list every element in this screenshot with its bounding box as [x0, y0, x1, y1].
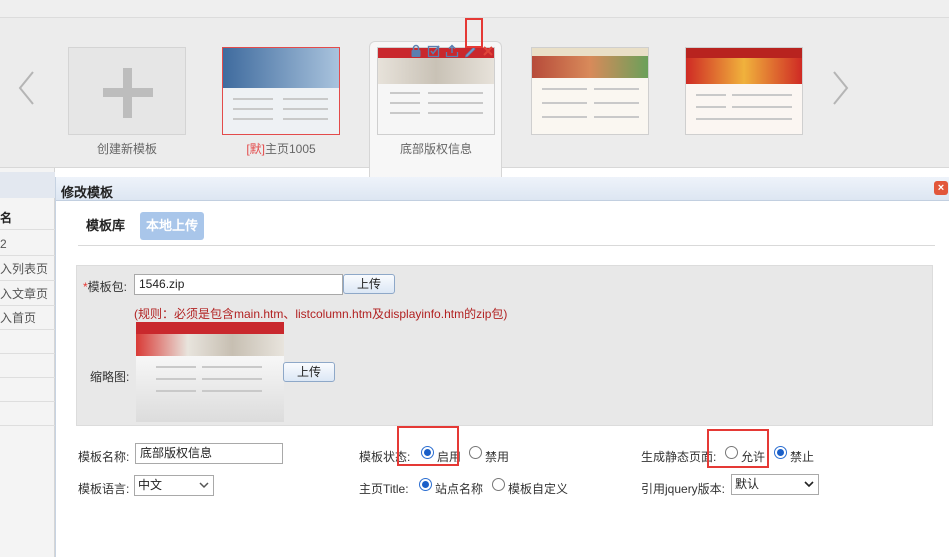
sidebar-item[interactable] — [0, 354, 55, 378]
chevron-left-icon — [18, 71, 34, 105]
template-card-homepage[interactable]: [默]主页1005 — [222, 47, 340, 157]
jquery-version-select[interactable]: 默认 — [731, 474, 819, 495]
template-caption: 底部版权信息 — [399, 142, 472, 156]
delete-icon[interactable] — [481, 44, 495, 58]
template-name-label: 模板名称: — [78, 450, 130, 464]
upload-panel: *模板包: 1546.zip 上传 (规则：必须是包含main.htm、list… — [76, 265, 933, 426]
template-language-select[interactable]: 中文 — [134, 475, 214, 496]
template-caption: 主页1005 — [264, 142, 316, 156]
title-site-name-radio[interactable] — [419, 478, 432, 491]
create-template-card[interactable]: 创建新模板 — [68, 47, 186, 157]
template-language-label: 模板语言: — [78, 482, 130, 496]
template-card-footer-copyright[interactable]: 底部版权信息 — [377, 47, 495, 157]
static-page-label: 生成静态页面: — [641, 450, 717, 464]
title-site-name-label: 站点名称 — [435, 482, 484, 496]
package-upload-button[interactable]: 上传 — [343, 274, 395, 294]
static-deny-radio[interactable] — [774, 446, 787, 459]
title-custom-radio[interactable] — [492, 478, 505, 491]
create-template-thumb[interactable] — [68, 47, 186, 135]
default-badge: [默] — [246, 142, 265, 156]
sidebar-item[interactable] — [0, 330, 55, 354]
template-card[interactable] — [531, 47, 649, 140]
dialog-titlebar: 修改模板 × — [56, 177, 949, 201]
template-thumb[interactable] — [531, 47, 649, 135]
chevron-down-icon — [804, 481, 814, 488]
top-strip — [0, 0, 949, 18]
sidebar-item[interactable] — [0, 378, 55, 402]
sidebar-header — [0, 172, 55, 198]
sidebar: 名 2 入列表页 入文章页 入首页 — [0, 168, 55, 557]
static-deny-label: 禁止 — [790, 450, 815, 464]
sidebar-item[interactable]: 入列表页 — [0, 257, 55, 281]
template-thumb[interactable] — [222, 47, 340, 135]
package-rule-text: (规则：必须是包含main.htm、listcolumn.htm及display… — [134, 307, 508, 321]
sidebar-item[interactable]: 名 — [0, 206, 55, 230]
highlight-box — [397, 426, 459, 466]
jquery-version-label: 引用jquery版本: — [641, 482, 726, 496]
chevron-down-icon — [199, 482, 209, 489]
highlight-box — [465, 18, 483, 48]
thumbnail-upload-button[interactable]: 上传 — [283, 362, 335, 382]
package-label: *模板包: — [83, 280, 128, 294]
template-card[interactable] — [685, 47, 803, 140]
thumbnail-label: 缩略图: — [90, 370, 130, 384]
title-custom-label: 模板自定义 — [508, 482, 569, 496]
chevron-right-icon — [833, 71, 849, 105]
template-thumb[interactable] — [377, 47, 495, 135]
edit-template-dialog: 修改模板 × 模板库 本地上传 *模板包: 1546.zip 上传 (规则：必须… — [55, 177, 949, 557]
template-thumb[interactable] — [685, 47, 803, 135]
tab-local-upload[interactable]: 本地上传 — [140, 212, 205, 240]
edit-check-icon[interactable] — [427, 44, 441, 58]
sidebar-item[interactable] — [0, 402, 55, 426]
tab-template-library[interactable]: 模板库 — [80, 212, 131, 240]
template-caption: 创建新模板 — [96, 142, 157, 156]
dialog-tabs: 模板库 本地上传 — [78, 212, 935, 246]
sidebar-item[interactable]: 入首页 — [0, 306, 55, 330]
status-disabled-radio[interactable] — [469, 446, 482, 459]
sidebar-item[interactable]: 2 — [0, 232, 55, 256]
sidebar-item[interactable]: 入文章页 — [0, 282, 55, 306]
dialog-title: 修改模板 — [61, 185, 114, 200]
highlight-box — [707, 429, 769, 468]
dialog-close-button[interactable]: × — [934, 181, 948, 195]
carousel-next-button[interactable] — [830, 70, 850, 106]
template-name-input[interactable]: 底部版权信息 — [135, 443, 283, 464]
status-disabled-label: 禁用 — [485, 450, 510, 464]
carousel-prev-button[interactable] — [17, 70, 37, 106]
lock-icon[interactable] — [409, 44, 423, 58]
homepage-title-label: 主页Title: — [359, 482, 409, 496]
close-icon: × — [937, 182, 945, 194]
thumbnail-preview — [136, 322, 284, 422]
export-icon[interactable] — [445, 44, 459, 58]
package-file-input[interactable]: 1546.zip — [134, 274, 343, 295]
